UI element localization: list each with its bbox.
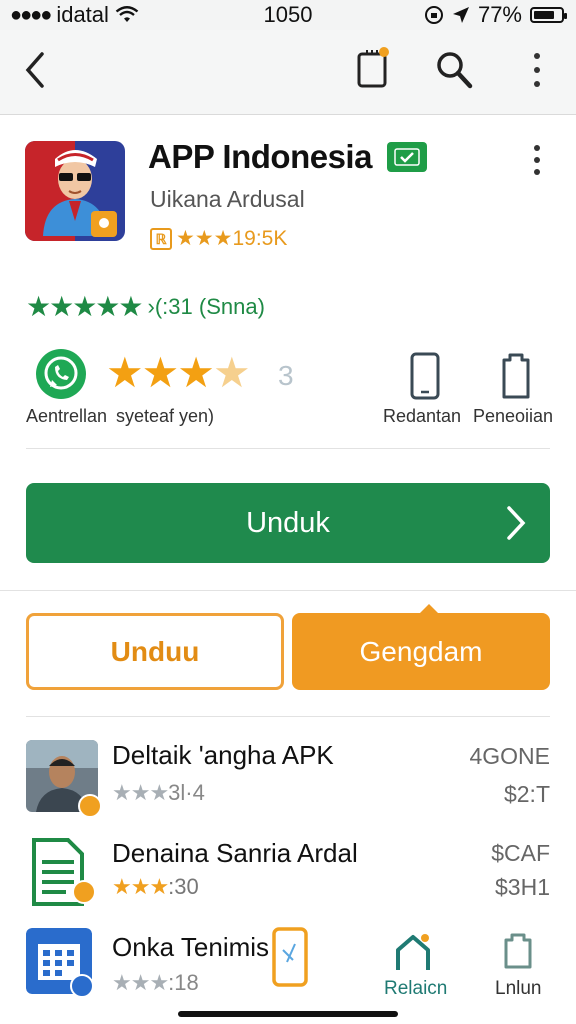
whatsapp-icon[interactable] [36,349,86,399]
developer-name[interactable]: Uikana Ardusal [150,186,305,213]
divider [26,716,550,717]
list-item-rating-text: :30 [168,874,199,899]
list-item-right-top: $CAF [491,840,550,866]
clipboard-icon[interactable] [355,46,391,90]
filled-button[interactable]: Gengdam [292,604,550,690]
rating-stars: ★★★★★ [26,291,144,322]
app-meta-row: ℝ ★★★19:5K [150,226,287,251]
main-download-button[interactable]: Unduk [26,483,550,563]
divider [0,590,576,591]
list-item-title[interactable]: Deltaik ʹangha APK [112,740,334,771]
list-item-rating: ★★★3l·4 [112,780,205,806]
list-item-rating-text: 3l·4 [168,780,205,805]
home-indicator[interactable] [178,1011,398,1017]
rating-row: ★★★★★ ›(:31 (Snna) [26,290,265,323]
list-item-right-bottom: $3H1 [495,874,550,900]
clipboard-nav-icon[interactable] [502,932,534,970]
caption-left: Aentrellan [26,406,108,426]
app-more-icon[interactable] [525,142,549,178]
orientation-lock-icon [424,6,443,24]
battery-percent: 77% [477,2,522,27]
app-meta-text: ★★★19:5K [176,227,288,250]
back-icon[interactable] [20,50,52,90]
outline-button[interactable]: Unduu [26,613,284,690]
top-nav-bar [0,30,576,115]
location-icon [452,7,469,23]
list-item-badge [72,880,96,904]
status-right: 77% [424,2,567,28]
button-notch [420,604,438,613]
search-icon[interactable] [434,48,474,92]
bottom-nav-label-1[interactable]: Relaicn [384,978,447,1000]
status-bar: ●●●● idatal 1050 77% [0,0,576,30]
list-item-badge [70,974,94,998]
caption-clip: Peneoiian [473,406,554,426]
divider [26,448,550,449]
list-item-title[interactable]: Onka Tenimis [112,932,269,963]
home-icon[interactable] [394,932,432,972]
list-item-rating: ★★★:18 [112,970,199,996]
main-button-label: Unduk [246,506,330,539]
app-avatar-illustration [25,141,125,241]
list-item-stars: ★★★ [112,874,169,899]
big-rating-stars: ★★★★ [106,349,251,396]
content-rating-badge: ℝ [150,227,172,250]
phone-orange-icon[interactable] [271,926,309,988]
caption-phone: Redantan [383,406,462,426]
outline-button-label: Unduu [110,635,200,667]
caption-mid: syeteaf yen) [116,406,215,426]
list-item-rating: ★★★:30 [112,874,199,900]
battery-icon [530,7,567,23]
app-title: APP Indonesia [148,138,372,175]
app-icon [25,141,125,241]
phone-icon[interactable] [409,352,441,400]
filled-button-label: Gengdam [359,635,483,667]
list-item-stars: ★★★ [112,970,169,995]
list-item-title[interactable]: Denaina Sanria Ardal [112,838,358,869]
list-item-badge [78,794,102,818]
chevron-right-icon [507,506,526,540]
list-item-stars: ★★★ [112,780,169,805]
list-item-right-top: 4GONE [469,743,550,769]
big-rating-number: 3 [278,360,294,391]
bottom-nav-label-2[interactable]: Lnlun [495,978,542,1000]
verified-badge [387,142,427,172]
list-item-rating-text: :18 [168,970,199,995]
verified-check-icon [394,148,420,166]
clipboard-icon-2[interactable] [498,352,534,400]
list-item-right-bottom: $2:T [503,781,550,807]
more-vert-icon[interactable] [525,48,549,92]
rating-text: ›(:31 (Snna) [147,293,265,319]
